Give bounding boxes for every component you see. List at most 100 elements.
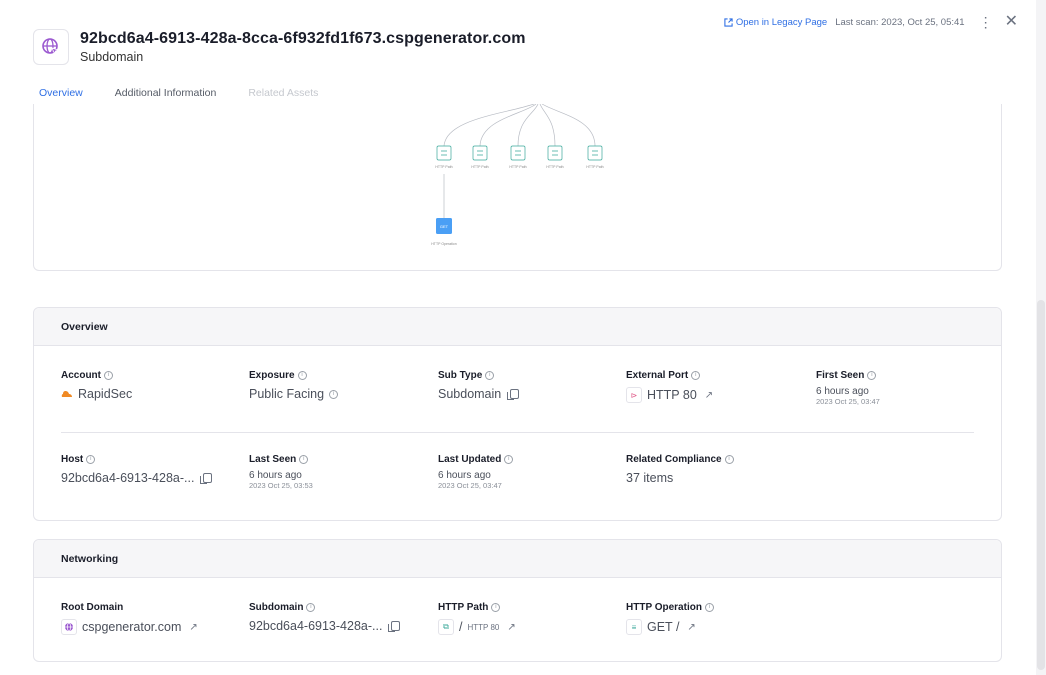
networking-heading: Networking bbox=[34, 540, 1001, 578]
http-operation-icon: ≡ bbox=[626, 619, 642, 635]
sub-type-label: Sub Type bbox=[438, 370, 483, 381]
related-compliance-field: Related Compliance i 37 items bbox=[626, 454, 734, 485]
node-label: HTTP Operation bbox=[431, 242, 456, 246]
http-operation-label: HTTP Operation bbox=[626, 602, 702, 613]
http-operation-field: HTTP Operation i ≡ GET / ↗ bbox=[626, 602, 714, 635]
external-link-icon[interactable]: ↗ bbox=[507, 622, 515, 633]
subdomain-field: Subdomain i 92bcd6a4-6913-428a-... bbox=[249, 602, 401, 633]
overview-heading: Overview bbox=[34, 308, 1001, 346]
info-icon[interactable]: i bbox=[691, 371, 701, 380]
external-link-icon[interactable]: ↗ bbox=[705, 390, 713, 401]
related-compliance-value[interactable]: 37 items bbox=[626, 471, 673, 485]
last-seen-field: Last Seen i 6 hours ago 2023 Oct 25, 03:5… bbox=[249, 454, 313, 491]
cloudflare-icon bbox=[61, 391, 72, 397]
http-operation-node[interactable]: GET HTTP Operation bbox=[431, 218, 457, 246]
external-link-icon bbox=[724, 17, 733, 27]
info-icon[interactable]: i bbox=[704, 603, 714, 612]
host-label: Host bbox=[61, 454, 84, 465]
info-icon[interactable]: i bbox=[299, 455, 309, 464]
info-icon[interactable]: i bbox=[86, 455, 96, 464]
copy-icon[interactable] bbox=[388, 621, 401, 632]
first-seen-field: First Seen i 6 hours ago 2023 Oct 25, 03:… bbox=[816, 370, 880, 407]
http-path-field: HTTP Path i ⧉ / HTTP 80 ↗ bbox=[438, 602, 516, 635]
subdomain-asset-icon bbox=[33, 29, 69, 65]
header-actions: Open in Legacy Page Last scan: 2023, Oct… bbox=[724, 14, 1018, 30]
globe-cursor-icon bbox=[42, 38, 60, 55]
last-updated-date: 2023 Oct 25, 03:47 bbox=[438, 481, 502, 490]
globe-icon bbox=[65, 622, 73, 632]
last-updated-field: Last Updated i 6 hours ago 2023 Oct 25, 0… bbox=[438, 454, 514, 491]
networking-card: Networking Root Domain cspgenerator.com … bbox=[33, 539, 1002, 662]
node-label: HTTP Path bbox=[509, 165, 526, 169]
info-icon[interactable]: i bbox=[485, 371, 495, 380]
exposure-label: Exposure bbox=[249, 370, 295, 381]
external-port-value[interactable]: HTTP 80 bbox=[647, 388, 697, 402]
copy-icon[interactable] bbox=[507, 389, 520, 400]
host-field: Host i 92bcd6a4-6913-428a-... bbox=[61, 454, 213, 485]
info-icon[interactable]: i bbox=[297, 371, 307, 380]
external-link-icon[interactable]: ↗ bbox=[687, 622, 695, 633]
root-domain-value[interactable]: cspgenerator.com bbox=[82, 620, 181, 634]
more-options-icon[interactable]: ⋮ bbox=[979, 15, 993, 29]
http-path-icon: ⧉ bbox=[438, 619, 454, 635]
asset-detail-panel: Open in Legacy Page Last scan: 2023, Oct… bbox=[0, 0, 1046, 675]
account-label: Account bbox=[61, 370, 101, 381]
asset-graph[interactable]: HTTP Path HTTP Path HTTP Path HTTP Path bbox=[33, 104, 1002, 271]
exposure-value: Public Facing bbox=[249, 387, 325, 401]
last-seen-label: Last Seen bbox=[249, 454, 297, 465]
asset-title: 92bcd6a4-6913-428a-8cca-6f932fd1f673.csp… bbox=[80, 30, 526, 47]
info-icon[interactable]: i bbox=[491, 603, 501, 612]
first-seen-date: 2023 Oct 25, 03:47 bbox=[816, 397, 880, 406]
subdomain-value: 92bcd6a4-6913-428a-... bbox=[249, 619, 383, 633]
account-field: Account i RapidSec bbox=[61, 370, 132, 401]
http-path-node[interactable]: HTTP Path bbox=[546, 145, 564, 169]
node-label: HTTP Path bbox=[586, 165, 603, 169]
copy-icon[interactable] bbox=[200, 473, 213, 484]
overview-card: Overview Account i RapidSec Exposure i Pub… bbox=[33, 307, 1002, 521]
host-value: 92bcd6a4-6913-428a-... bbox=[61, 471, 195, 485]
info-icon[interactable]: i bbox=[867, 371, 877, 380]
last-seen-value: 6 hours ago bbox=[249, 470, 302, 481]
http-path-label: HTTP Path bbox=[438, 602, 489, 613]
last-updated-value: 6 hours ago bbox=[438, 470, 491, 481]
port-icon: ⊳ bbox=[626, 387, 642, 403]
http-path-node[interactable]: HTTP Path bbox=[435, 145, 453, 169]
root-domain-field: Root Domain cspgenerator.com ↗ bbox=[61, 602, 198, 635]
scrollbar-thumb[interactable] bbox=[1037, 300, 1045, 670]
divider bbox=[61, 432, 974, 433]
open-legacy-link[interactable]: Open in Legacy Page bbox=[724, 17, 827, 28]
related-compliance-label: Related Compliance bbox=[626, 454, 722, 465]
sub-type-field: Sub Type i Subdomain bbox=[438, 370, 520, 401]
http-path-node[interactable]: HTTP Path bbox=[509, 145, 527, 169]
last-updated-label: Last Updated bbox=[438, 454, 502, 465]
http-operation-value[interactable]: GET / bbox=[647, 620, 679, 634]
graph-canvas[interactable]: HTTP Path HTTP Path HTTP Path HTTP Path bbox=[34, 104, 1003, 271]
subdomain-label: Subdomain bbox=[249, 602, 304, 613]
domain-icon bbox=[61, 619, 77, 635]
external-link-icon[interactable]: ↗ bbox=[189, 622, 197, 633]
exposure-field: Exposure i Public Facing i bbox=[249, 370, 339, 401]
account-value: RapidSec bbox=[78, 387, 133, 401]
sub-type-value: Subdomain bbox=[438, 387, 502, 401]
http-path-node[interactable]: HTTP Path bbox=[471, 145, 489, 169]
http-path-value[interactable]: / bbox=[459, 620, 462, 634]
node-label: HTTP Path bbox=[546, 165, 563, 169]
info-icon[interactable]: i bbox=[306, 603, 316, 612]
external-port-label: External Port bbox=[626, 370, 689, 381]
asset-subtitle: Subdomain bbox=[80, 50, 144, 64]
node-label: HTTP Path bbox=[471, 165, 488, 169]
node-label: HTTP Path bbox=[435, 165, 452, 169]
root-domain-label: Root Domain bbox=[61, 602, 124, 613]
info-icon[interactable]: i bbox=[724, 455, 734, 464]
graph-edges bbox=[443, 104, 596, 218]
info-icon[interactable]: i bbox=[504, 455, 514, 464]
http-path-node[interactable]: HTTP Path bbox=[586, 145, 604, 169]
external-port-field: External Port i ⊳ HTTP 80 ↗ bbox=[626, 370, 713, 403]
info-icon[interactable]: i bbox=[104, 371, 113, 380]
scrollbar[interactable] bbox=[1036, 0, 1046, 675]
close-icon[interactable]: ✕ bbox=[1005, 14, 1018, 30]
open-legacy-label: Open in Legacy Page bbox=[735, 16, 828, 28]
info-icon[interactable]: i bbox=[329, 389, 339, 399]
last-scan-text: Last scan: 2023, Oct 25, 05:41 bbox=[835, 16, 965, 28]
first-seen-value: 6 hours ago bbox=[816, 386, 869, 397]
